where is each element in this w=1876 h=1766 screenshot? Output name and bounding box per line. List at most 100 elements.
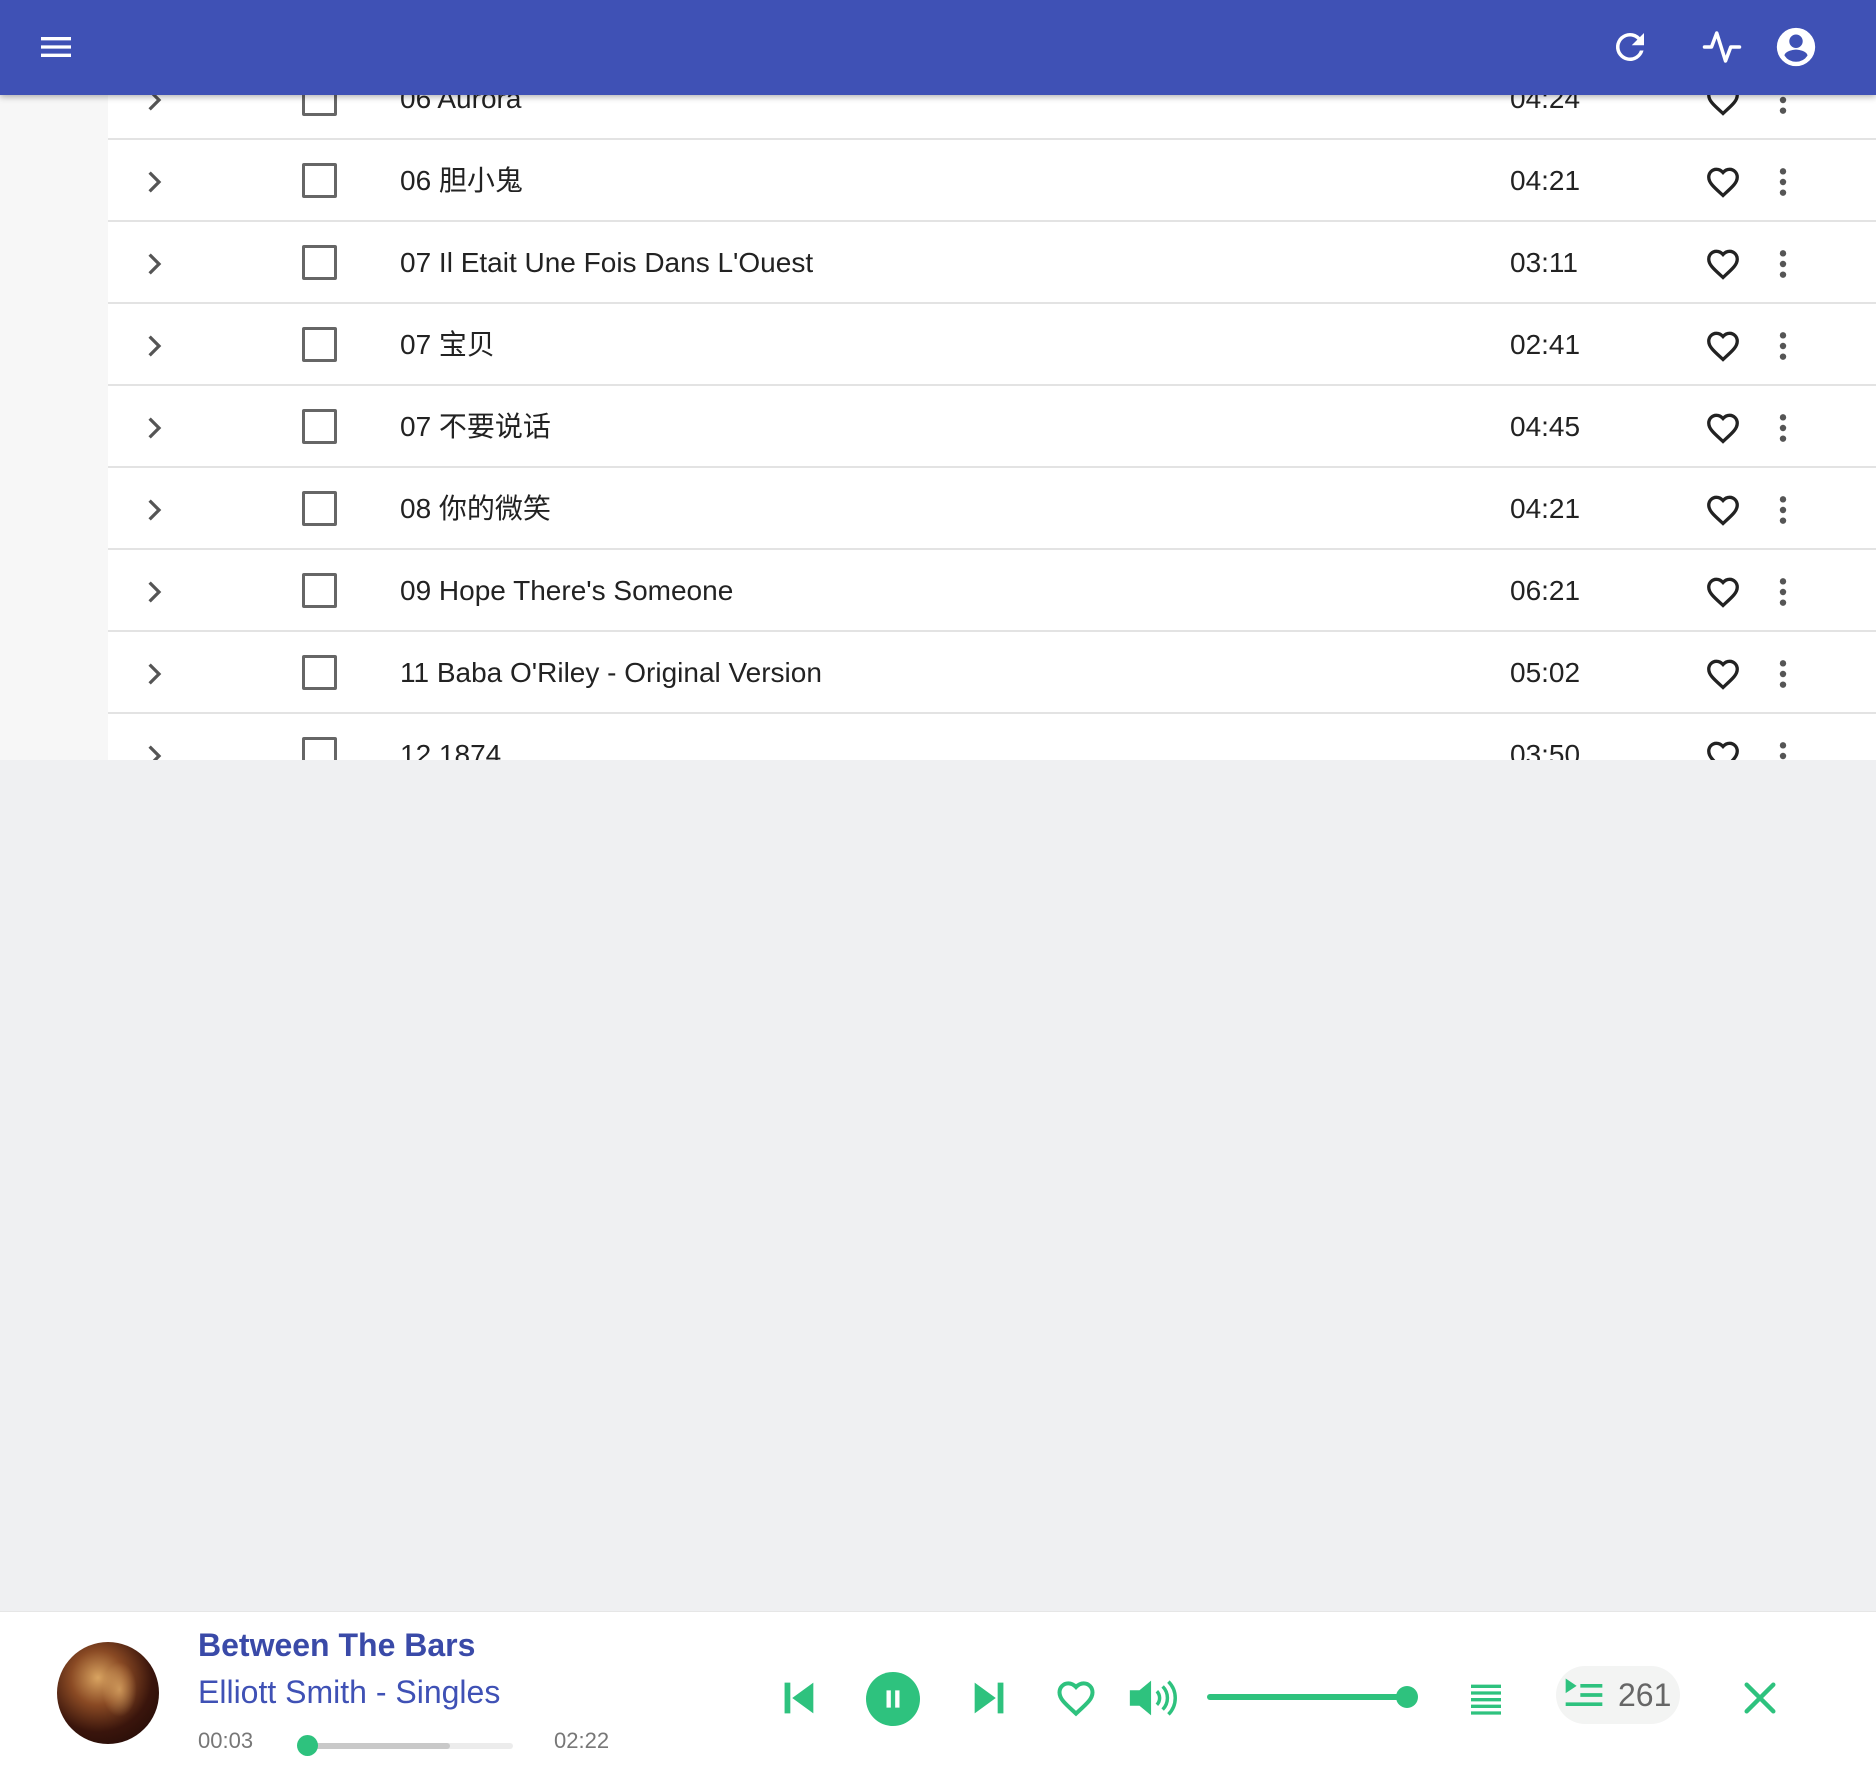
more-vertical-icon [1779,250,1787,278]
volume-handle[interactable] [1396,1686,1418,1708]
track-list: 06 Aurora 04:24 06 胆小鬼 04:21 07 Il Etait Une… [108,0,1876,760]
track-checkbox[interactable] [302,491,337,526]
chevron-right-icon [148,253,162,275]
favorite-button[interactable] [1052,1672,1100,1724]
track-duration: 04:21 [1510,165,1581,196]
track-checkbox[interactable] [302,655,337,690]
track-favorite-button[interactable] [1703,572,1743,612]
heart-outline-icon [1707,577,1739,608]
expand-row-button[interactable] [136,328,172,364]
track-row[interactable]: 08 你的微笑 04:21 [108,468,1876,550]
more-vertical-icon [1779,660,1787,688]
track-row[interactable]: 07 不要说话 04:45 [108,386,1876,468]
track-duration: 06:21 [1510,575,1581,606]
track-checkbox[interactable] [302,573,337,608]
track-favorite-button[interactable] [1703,654,1743,694]
expand-row-button[interactable] [136,164,172,200]
volume-button[interactable] [1124,1670,1182,1726]
refresh-icon [1615,32,1644,61]
playlist-count-chip[interactable]: 261 [1556,1666,1680,1724]
track-title[interactable]: 12 1874 [400,714,501,760]
chevron-right-icon [148,171,162,193]
skip-previous-icon [784,1682,814,1714]
track-title[interactable]: 09 Hope There's Someone [400,550,733,632]
heart-outline-icon [1057,1681,1095,1717]
track-title[interactable]: 08 你的微笑 [400,468,551,550]
pause-icon [886,1690,900,1708]
activity-button[interactable] [1696,21,1748,73]
track-favorite-button[interactable] [1703,408,1743,448]
queue-button[interactable] [1464,1674,1508,1722]
track-title[interactable]: 07 Il Etait Une Fois Dans L'Ouest [400,222,813,304]
track-favorite-button[interactable] [1703,244,1743,284]
track-more-button[interactable] [1768,572,1798,612]
next-button[interactable] [964,1672,1016,1724]
account-button[interactable] [1770,21,1822,73]
menu-button[interactable] [30,21,82,73]
track-checkbox[interactable] [302,245,337,280]
expand-row-button[interactable] [136,492,172,528]
track-more-button[interactable] [1768,654,1798,694]
app-bar [0,0,1876,95]
track-favorite-button[interactable] [1703,162,1743,202]
chevron-right-icon [148,335,162,357]
track-duration: 02:41 [1510,329,1581,360]
seek-bar[interactable] [297,1735,513,1756]
track-favorite-button[interactable] [1703,736,1743,760]
track-row[interactable]: 06 胆小鬼 04:21 [108,140,1876,222]
expand-row-button[interactable] [136,410,172,446]
player-bar: Between The Bars Elliott Smith - Singles… [0,1611,1876,1766]
more-vertical-icon [1779,168,1787,196]
chevron-right-icon [148,499,162,521]
track-favorite-button[interactable] [1703,326,1743,366]
seek-handle[interactable] [297,1735,319,1756]
track-duration: 04:21 [1510,493,1581,524]
track-title[interactable]: 07 不要说话 [400,386,551,468]
album-cover[interactable] [57,1642,159,1744]
expand-row-button[interactable] [136,656,172,692]
previous-button[interactable] [772,1672,824,1724]
track-more-button[interactable] [1768,162,1798,202]
total-time: 02:22 [554,1728,610,1753]
track-title[interactable]: 07 宝贝 [400,304,495,386]
more-vertical-icon [1779,332,1787,360]
refresh-button[interactable] [1604,21,1656,73]
expand-row-button[interactable] [136,574,172,610]
expand-row-button[interactable] [136,738,172,760]
activity-icon [1702,31,1742,63]
track-row[interactable]: 07 Il Etait Une Fois Dans L'Ouest 03:11 [108,222,1876,304]
current-time: 00:03 [198,1728,254,1753]
track-checkbox[interactable] [302,163,337,198]
track-more-button[interactable] [1768,244,1798,284]
volume-slider[interactable] [1207,1686,1418,1708]
track-checkbox[interactable] [302,409,337,444]
track-checkbox[interactable] [302,737,337,760]
track-more-button[interactable] [1768,326,1798,366]
more-vertical-icon [1779,496,1787,524]
track-title[interactable]: 06 胆小鬼 [400,140,523,222]
close-player-button[interactable] [1736,1674,1784,1722]
track-favorite-button[interactable] [1703,490,1743,530]
track-more-button[interactable] [1768,736,1798,760]
heart-outline-icon [1707,167,1739,198]
playlist-play-icon [1562,1673,1606,1717]
track-more-button[interactable] [1768,490,1798,530]
track-title[interactable]: 11 Baba O'Riley - Original Version [400,632,822,714]
more-vertical-icon [1779,414,1787,442]
track-row[interactable]: 09 Hope There's Someone 06:21 [108,550,1876,632]
track-checkbox[interactable] [302,327,337,362]
expand-row-button[interactable] [136,246,172,282]
track-row[interactable]: 07 宝贝 02:41 [108,304,1876,386]
chevron-right-icon [148,745,162,760]
main-content: 06 Aurora 04:24 06 胆小鬼 04:21 07 Il Etait Une… [0,0,1876,760]
track-more-button[interactable] [1768,408,1798,448]
track-row[interactable]: 12 1874 03:50 [108,714,1876,760]
track-duration: 03:11 [1510,247,1578,278]
now-playing-title[interactable]: Between The Bars [198,1627,475,1664]
skip-next-icon [974,1682,1004,1714]
more-vertical-icon [1779,742,1787,760]
track-row[interactable]: 11 Baba O'Riley - Original Version 05:02 [108,632,1876,714]
pause-button[interactable] [866,1672,920,1726]
now-playing-artist-album[interactable]: Elliott Smith - Singles [198,1674,500,1711]
heart-outline-icon [1707,741,1739,760]
